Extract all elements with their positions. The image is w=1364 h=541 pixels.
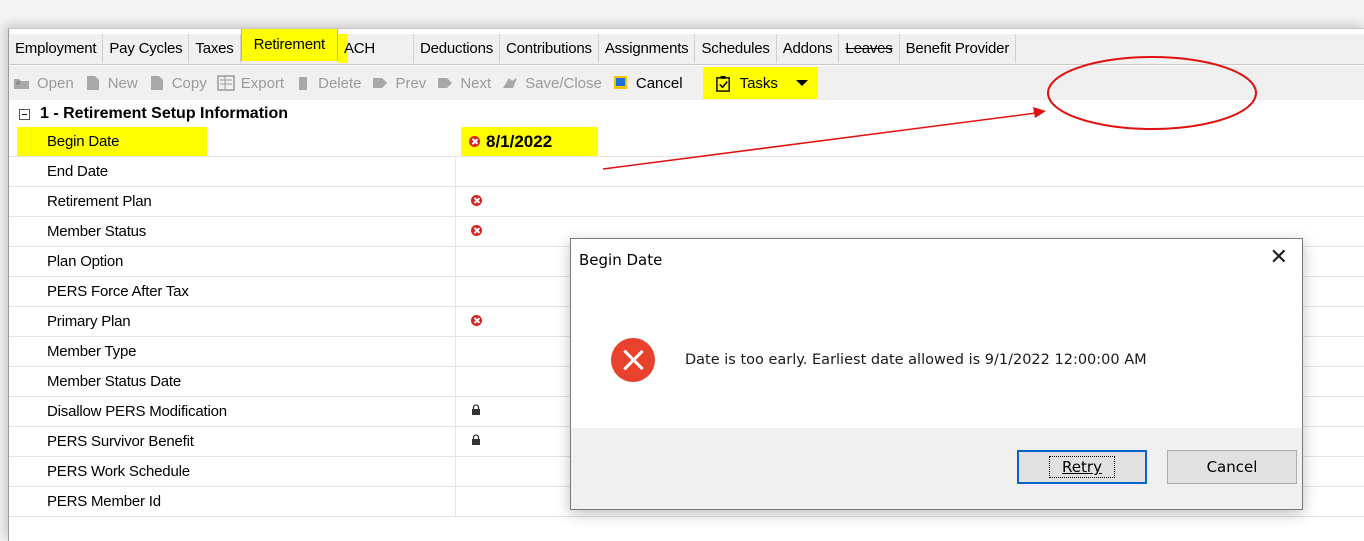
tab-contributions[interactable]: Contributions xyxy=(500,34,599,63)
next-button[interactable]: Next xyxy=(432,68,497,98)
tab-strip: Employment Pay Cycles Taxes Retirement A… xyxy=(9,29,1364,65)
tab-deductions[interactable]: Deductions xyxy=(414,34,501,63)
delete-icon xyxy=(299,77,308,90)
begin-date-text: 8/1/2022 xyxy=(486,131,553,151)
prev-arrow-icon xyxy=(373,78,388,88)
retry-label: Retry xyxy=(1049,456,1115,478)
next-label: Next xyxy=(460,74,492,92)
new-label: New xyxy=(107,74,138,92)
begin-date-value[interactable]: 8/1/2022 xyxy=(461,127,598,156)
save-close-label: Save/Close xyxy=(525,74,602,92)
delete-label: Delete xyxy=(318,74,362,92)
tasks-label: Tasks xyxy=(739,74,778,92)
section-header[interactable]: 1 - Retirement Setup Information xyxy=(9,101,1364,127)
close-icon[interactable]: ✕ xyxy=(1270,245,1288,270)
error-icon xyxy=(469,136,480,147)
row-label: Disallow PERS Modification xyxy=(9,397,456,426)
error-dialog: Begin Date ✕ Date is too early. Earliest… xyxy=(570,238,1303,510)
row-label: PERS Survivor Benefit xyxy=(9,427,456,456)
error-icon xyxy=(471,225,482,236)
tab-schedules[interactable]: Schedules xyxy=(695,34,777,63)
cancel-toolbar-button[interactable]: Cancel xyxy=(608,68,689,98)
save-close-icon xyxy=(503,78,518,88)
error-icon xyxy=(471,195,482,206)
new-document-icon xyxy=(86,76,99,90)
delete-button[interactable]: Delete xyxy=(290,68,367,98)
dialog-message: Date is too early. Earliest date allowed… xyxy=(685,352,1147,368)
tab-employment[interactable]: Employment xyxy=(9,34,104,63)
cancel-label: Cancel xyxy=(1206,458,1258,476)
tasks-dropdown-button[interactable]: Tasks xyxy=(702,67,818,99)
row-label: Member Status Date xyxy=(9,367,456,396)
prev-button[interactable]: Prev xyxy=(367,68,432,98)
row-retirement-plan[interactable]: Retirement Plan xyxy=(9,187,1364,217)
tab-assignments[interactable]: Assignments xyxy=(599,34,696,63)
collapse-icon[interactable] xyxy=(19,108,30,120)
tab-retirement[interactable]: Retirement xyxy=(240,29,338,61)
clipboard-check-icon xyxy=(715,75,730,92)
copy-label: Copy xyxy=(171,74,207,92)
tab-leaves[interactable]: Leaves xyxy=(839,34,900,63)
dialog-footer: Retry Cancel xyxy=(571,428,1302,509)
row-label: Begin Date xyxy=(17,127,207,156)
copy-button[interactable]: Copy xyxy=(144,68,213,98)
toolbar: Open New Copy Export Delete Prev Next Sa… xyxy=(9,66,1364,100)
cancel-icon xyxy=(613,76,627,89)
copy-icon xyxy=(150,76,163,90)
chevron-down-icon xyxy=(795,80,808,86)
tab-pay-cycles[interactable]: Pay Cycles xyxy=(103,34,190,63)
export-button[interactable]: Export xyxy=(213,68,290,98)
next-arrow-icon xyxy=(438,78,453,88)
row-label: End Date xyxy=(9,157,456,186)
row-label: PERS Work Schedule xyxy=(9,457,456,486)
row-label: Member Status xyxy=(9,217,456,246)
row-end-date[interactable]: End Date xyxy=(9,157,1364,187)
new-button[interactable]: New xyxy=(80,68,144,98)
row-begin-date[interactable]: Begin Date 8/1/2022 xyxy=(9,127,1364,157)
row-label: Primary Plan xyxy=(9,307,456,336)
open-label: Open xyxy=(37,74,74,92)
open-button[interactable]: Open xyxy=(9,68,80,98)
row-label: Member Type xyxy=(9,337,456,366)
retry-button[interactable]: Retry xyxy=(1017,450,1147,484)
tab-ach[interactable]: ACH xyxy=(337,34,414,63)
row-label: Retirement Plan xyxy=(9,187,456,216)
lock-icon xyxy=(472,404,480,415)
row-label: Plan Option xyxy=(9,247,456,276)
prev-label: Prev xyxy=(395,74,427,92)
row-label: PERS Member Id xyxy=(9,487,456,516)
save-close-button[interactable]: Save/Close xyxy=(497,68,608,98)
error-icon xyxy=(611,338,655,382)
export-icon xyxy=(217,75,235,91)
open-folder-icon xyxy=(14,79,29,89)
error-icon xyxy=(471,315,482,326)
tab-taxes[interactable]: Taxes xyxy=(189,34,241,63)
row-label: PERS Force After Tax xyxy=(9,277,456,306)
cancel-button[interactable]: Cancel xyxy=(1167,450,1297,484)
tab-benefit-provider[interactable]: Benefit Provider xyxy=(900,34,1017,63)
dialog-title: Begin Date xyxy=(579,251,663,269)
section-title: 1 - Retirement Setup Information xyxy=(40,105,289,122)
tab-addons[interactable]: Addons xyxy=(777,34,840,63)
lock-icon xyxy=(472,434,480,445)
export-label: Export xyxy=(240,74,285,92)
cancel-toolbar-label: Cancel xyxy=(635,74,683,92)
